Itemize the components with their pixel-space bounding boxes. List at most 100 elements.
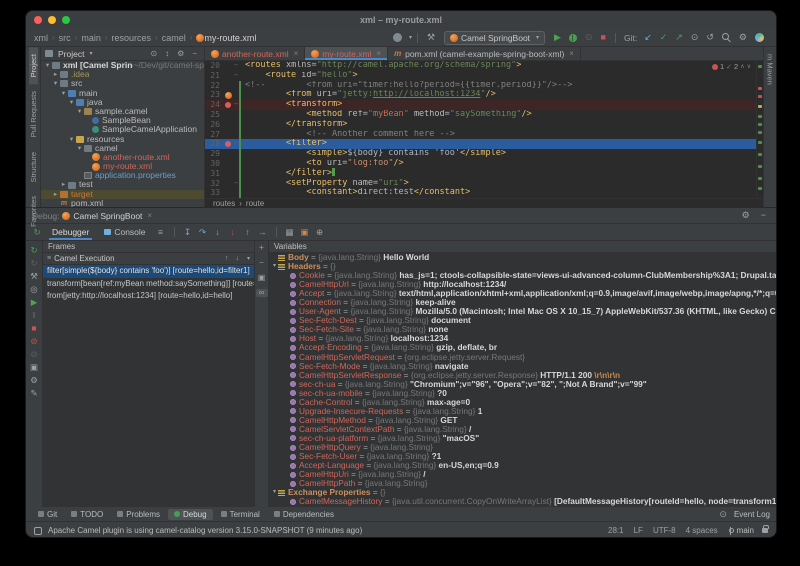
event-log-button[interactable]: ⊙ Event Log (715, 510, 770, 519)
pin-icon[interactable]: ✎ (27, 387, 41, 400)
debug-session-tab[interactable]: Camel SpringBoot (73, 211, 142, 221)
view-breakpoints-icon[interactable]: ⊘ (27, 348, 41, 361)
code-line-21[interactable]: 21− <route id="hello"> (205, 71, 763, 81)
tree-expand-icon[interactable]: ▸ (60, 180, 67, 189)
variable-row-camelhttpquery[interactable]: CamelHttpQuery = {java.lang.String} (269, 443, 776, 452)
prev-frame-icon[interactable]: ↑ (225, 255, 229, 262)
tool-window-button-structure[interactable]: Structure (29, 145, 38, 189)
expand-arrow-icon[interactable]: ▾ (271, 262, 278, 271)
git-branch-widget[interactable]: main (728, 526, 754, 535)
breadcrumb-item-src[interactable]: src (59, 33, 71, 43)
tree-item-main[interactable]: ▾main (41, 89, 204, 98)
stack-frame[interactable]: transform[bean[ref:myBean method:saySome… (43, 278, 254, 291)
editor-breadcrumb-routes[interactable]: routes (213, 199, 235, 208)
threads-view-icon[interactable]: ▦ (283, 228, 297, 237)
tool-window-button-maven[interactable]: m Maven (766, 47, 775, 92)
code-line-29[interactable]: 29 <simple>${body} contains 'foo'</simpl… (205, 149, 763, 159)
status-4-spaces[interactable]: 4 spaces (686, 526, 718, 535)
tree-expand-icon[interactable]: ▾ (76, 144, 83, 153)
tree-item-idea[interactable]: ▸.idea (41, 70, 204, 79)
variable-row-sec-ch-ua[interactable]: sec-ch-ua = {java.lang.String} "Chromium… (269, 380, 776, 389)
stack-frame[interactable]: filter[simple(${body} contains 'foo')] [… (43, 265, 254, 278)
variable-row-camelhttpservletrequest[interactable]: CamelHttpServletRequest = {org.eclipse.j… (269, 353, 776, 362)
variable-row-camelservletcontextpath[interactable]: CamelServletContextPath = {java.lang.Str… (269, 425, 776, 434)
hide-debug-window-icon[interactable]: − (761, 211, 766, 220)
breadcrumb-item-xml[interactable]: xml (34, 33, 48, 43)
debug-window-settings-icon[interactable]: ⚙ (742, 211, 750, 220)
breakpoint-gutter[interactable] (223, 102, 233, 108)
modify-run-config-icon[interactable]: ⚒ (27, 270, 41, 283)
tool-window-button-debug[interactable]: Debug (168, 509, 213, 520)
tool-window-button-pull-requests[interactable]: Pull Requests (29, 84, 38, 144)
tree-expand-icon[interactable]: ▾ (52, 79, 59, 88)
tree-item-test[interactable]: ▸test (41, 180, 204, 189)
code-line-26[interactable]: 26 </transform> (205, 120, 763, 130)
tree-item-samplebean[interactable]: SampleBean (41, 116, 204, 125)
status-utf-8[interactable]: UTF-8 (653, 526, 676, 535)
code-line-31[interactable]: 31 </filter> (205, 169, 763, 179)
duplicate-icon[interactable]: ▣ (256, 274, 268, 282)
force-step-into-icon[interactable]: ↓ (226, 228, 240, 237)
hide-panel-icon[interactable]: − (192, 50, 197, 58)
tree-expand-icon[interactable]: ▸ (52, 190, 59, 199)
build-hammer-icon[interactable]: ⚒ (427, 33, 435, 42)
zoom-window-button[interactable] (62, 16, 70, 24)
tool-window-button-project[interactable]: Project (29, 47, 38, 84)
close-tab-icon[interactable]: × (569, 49, 574, 58)
tool-window-button-problems[interactable]: Problems (111, 509, 166, 520)
code-area[interactable]: 20−<routes xmlns="http://camel.apache.or… (205, 61, 763, 198)
variable-row-sec-fetch-mode[interactable]: Sec-Fetch-Mode = {java.lang.String} navi… (269, 362, 776, 371)
tree-expand-icon[interactable]: ▸ (52, 70, 59, 79)
thread-dropdown-icon[interactable]: ▾ (247, 255, 250, 262)
commit-icon[interactable]: ✓ (660, 33, 668, 42)
tree-item-resources[interactable]: ▾resources (41, 135, 204, 144)
code-line-20[interactable]: 20−<routes xmlns="http://camel.apache.or… (205, 61, 763, 71)
variable-row-cookie[interactable]: Cookie = {java.lang.String} has_js=1; ct… (269, 271, 776, 280)
editor-tab-another-route-xml[interactable]: another-route.xml× (205, 47, 305, 60)
locate-file-icon[interactable]: ⊙ (150, 50, 157, 58)
tool-window-button-git[interactable]: Git (32, 509, 63, 520)
panel-settings-icon[interactable]: ⚙ (177, 50, 184, 58)
variable-row-accept[interactable]: Accept = {java.lang.String} text/html,ap… (269, 289, 776, 298)
tree-item-target[interactable]: ▸target (41, 190, 204, 199)
variable-row-sec-fetch-site[interactable]: Sec-Fetch-Site = {java.lang.String} none (269, 325, 776, 334)
expand-arrow-icon[interactable]: ▾ (271, 488, 278, 497)
variable-row-accept-language[interactable]: Accept-Language = {java.lang.String} en-… (269, 461, 776, 470)
code-line-28[interactable]: 28− <filter> (205, 139, 763, 149)
tree-item-samplecamelapplication[interactable]: SampleCamelApplication (41, 125, 204, 134)
code-line-22[interactable]: 22<!-- <from uri="timer:hello?period={{t… (205, 81, 763, 91)
variable-row-host[interactable]: Host = {java.lang.String} localhost:1234 (269, 334, 776, 343)
tree-expand-icon[interactable]: ▾ (44, 61, 51, 70)
tree-item-application-properties[interactable]: application.properties (41, 171, 204, 180)
settings-gear-icon[interactable]: ⚙ (739, 33, 747, 42)
code-line-32[interactable]: 32− <setProperty name="uri"> (205, 179, 763, 189)
watch-infinity-icon[interactable]: ∞ (256, 289, 268, 297)
minimize-window-button[interactable] (48, 16, 56, 24)
code-line-27[interactable]: 27 <!-- Another comment here --> (205, 130, 763, 140)
tool-window-button-favorites[interactable]: Favorites (29, 189, 38, 234)
fold-icon[interactable]: − (233, 71, 239, 81)
rerun-disabled-icon[interactable]: ↻ (27, 257, 41, 270)
project-panel-title[interactable]: Project (58, 49, 84, 59)
variable-row-upgrade-insecure-requests[interactable]: Upgrade-Insecure-Requests = {java.lang.S… (269, 407, 776, 416)
inspections-widget[interactable]: 1 ✓ 2 ∧ ∨ (710, 62, 753, 71)
status-28-1[interactable]: 28:1 (608, 526, 624, 535)
error-stripe[interactable] (756, 61, 763, 198)
push-icon[interactable]: ↗ (675, 33, 683, 42)
collapse-all-icon[interactable]: ↕ (165, 50, 169, 58)
local-history-icon[interactable]: ⊙ (691, 33, 699, 42)
variable-row-camelmessagehistory[interactable]: CamelMessageHistory = {java.util.concurr… (269, 497, 776, 506)
tree-expand-icon[interactable]: ▾ (68, 135, 75, 144)
variable-row-camelhttpmethod[interactable]: CamelHttpMethod = {java.lang.String} GET (269, 416, 776, 425)
variable-row-camelhttppath[interactable]: CamelHttpPath = {java.lang.String} (269, 479, 776, 488)
prev-issue-icon[interactable]: ∧ (740, 63, 744, 70)
stop-icon[interactable]: ■ (27, 322, 41, 335)
breakpoint-gutter[interactable] (223, 141, 233, 147)
variable-row-camelhttpuri[interactable]: CamelHttpUri = {java.lang.String} / (269, 470, 776, 479)
variable-row-connection[interactable]: Connection = {java.lang.String} keep-ali… (269, 298, 776, 307)
variable-row-headers[interactable]: ▾Headers = {} (269, 262, 776, 271)
variable-row-body[interactable]: Body = {java.lang.String} Hello World (269, 253, 776, 262)
debug-settings-icon[interactable]: ⚙ (27, 374, 41, 387)
next-frame-icon[interactable]: ↓ (235, 255, 239, 262)
resume-icon[interactable]: ▶ (27, 296, 41, 309)
